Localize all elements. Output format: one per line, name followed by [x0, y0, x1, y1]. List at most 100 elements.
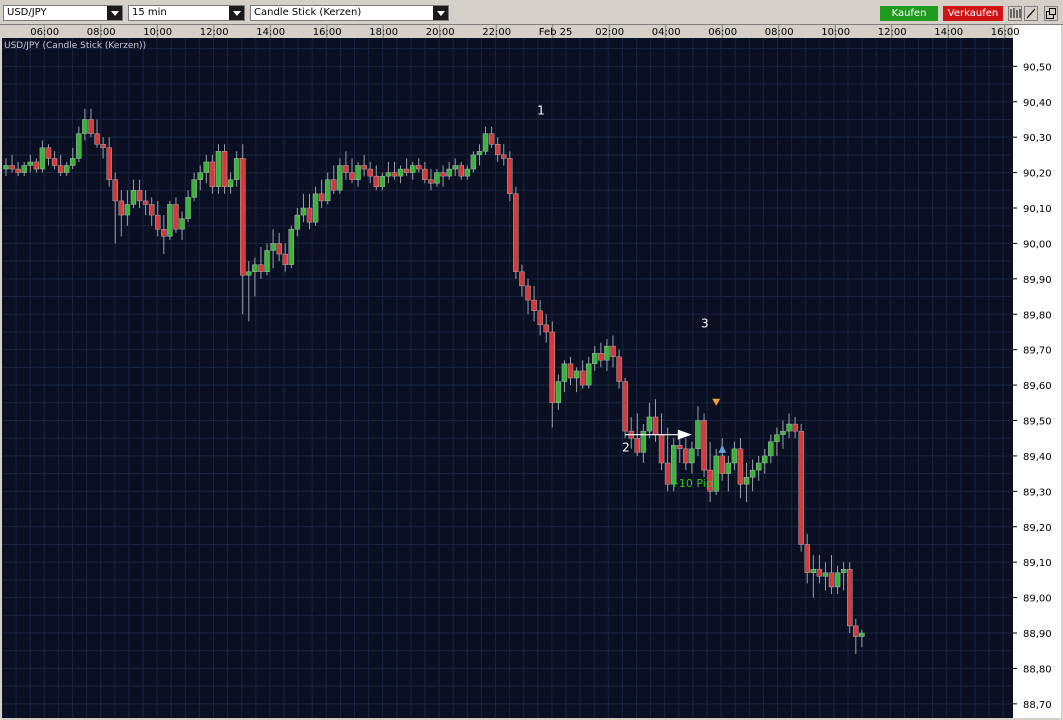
candle-body	[567, 363, 574, 379]
candle-body	[106, 147, 112, 180]
candle-body	[834, 572, 841, 588]
candle-body	[622, 381, 628, 432]
y-tick-label: 89,10	[1023, 558, 1052, 569]
candle-body	[306, 207, 313, 223]
candle-body	[476, 151, 483, 156]
candle-body	[33, 161, 40, 170]
candle-body	[768, 441, 774, 457]
x-tick-label: 18:00	[369, 27, 398, 38]
y-tick-label: 89,40	[1023, 452, 1052, 463]
candle-body	[573, 370, 580, 379]
candle-body	[179, 218, 185, 230]
chart-background	[2, 25, 1061, 718]
x-tick-label: 12:00	[200, 27, 229, 38]
candle-body	[270, 243, 276, 251]
candle-body	[191, 179, 197, 198]
candle-body	[543, 324, 549, 333]
candle-body	[458, 165, 464, 177]
candle-body	[325, 179, 331, 202]
symbol-value: USD/JPY	[7, 7, 47, 18]
candle-body	[185, 197, 191, 219]
candle-body	[531, 299, 537, 311]
candle-body	[361, 165, 367, 170]
candle-body	[701, 420, 707, 471]
candle-body	[422, 168, 428, 180]
y-tick-label: 89,90	[1023, 275, 1052, 286]
candle-body	[780, 430, 786, 435]
candle-body	[337, 165, 343, 191]
candle-body	[634, 438, 640, 453]
candle-body	[658, 434, 665, 464]
y-tick-label: 90,10	[1023, 204, 1052, 215]
candle-body	[385, 172, 392, 177]
y-tick-label: 89,80	[1023, 310, 1052, 321]
candle-body	[822, 572, 829, 577]
candle-body	[197, 172, 203, 180]
candle-body	[494, 144, 501, 156]
candle-body	[586, 363, 592, 386]
candle-body	[537, 310, 543, 326]
x-tick-label: 16:00	[991, 27, 1020, 38]
candle-body	[755, 462, 762, 471]
candle-body	[9, 165, 15, 170]
candle-body	[252, 264, 258, 272]
x-tick-label: 06:00	[30, 27, 59, 38]
candle-body	[221, 151, 228, 187]
chevron-down-icon[interactable]	[433, 6, 448, 20]
buy-button[interactable]: Kaufen	[880, 6, 938, 21]
candle-body	[331, 179, 337, 191]
candle-body	[209, 161, 216, 187]
candle-body	[161, 229, 167, 237]
candle-body	[853, 625, 859, 637]
candle-body	[136, 190, 143, 202]
candle-body	[51, 158, 58, 166]
chart-style-dropdown[interactable]: Candle Stick (Kerzen)	[250, 5, 449, 21]
symbol-dropdown[interactable]: USD/JPY	[3, 5, 123, 21]
interval-dropdown[interactable]: 15 min	[128, 5, 245, 21]
chevron-down-icon[interactable]	[107, 6, 122, 20]
annotation-label-2: 2	[622, 441, 630, 455]
candle-body	[227, 179, 234, 187]
candle-body	[774, 434, 780, 442]
candlestick-chart[interactable]: 06:00 08:00 10:00 12:00 14:00 16:00 18:00 20:00…	[2, 25, 1061, 718]
x-tick-label: 08:00	[765, 27, 794, 38]
candle-body	[288, 229, 294, 265]
candle-body	[652, 416, 659, 435]
annotation-label-1: 1	[537, 104, 545, 118]
x-tick-label: 08:00	[87, 27, 116, 38]
candle-body	[349, 172, 355, 180]
candle-body	[21, 165, 27, 173]
candle-body	[828, 572, 835, 588]
candle-body	[513, 193, 519, 272]
y-tick-label: 90,40	[1023, 98, 1052, 109]
x-tick-label: 10:00	[143, 27, 172, 38]
candle-body	[318, 193, 325, 202]
candle-body	[203, 161, 210, 173]
sell-button[interactable]: Verkaufen	[943, 6, 1003, 21]
candle-body	[76, 133, 82, 159]
candle-body	[428, 179, 434, 184]
candle-body	[786, 423, 792, 432]
y-tick-label: 89,60	[1023, 381, 1052, 392]
candle-body	[391, 172, 398, 177]
candle-body	[610, 345, 616, 357]
candle-body	[45, 147, 52, 159]
candle-body	[367, 168, 373, 177]
candle-body	[294, 214, 301, 230]
detach-window-icon[interactable]	[1044, 6, 1058, 21]
candle-type-icon[interactable]	[1008, 6, 1022, 21]
chevron-down-icon[interactable]	[229, 6, 244, 20]
candle-body	[561, 363, 568, 382]
candle-body	[82, 119, 88, 134]
candle-body	[749, 469, 756, 478]
candle-body	[264, 250, 270, 272]
candle-body	[737, 448, 744, 485]
y-axis-panel	[1013, 25, 1061, 718]
y-tick-label: 90,50	[1023, 62, 1052, 73]
candle-body	[719, 455, 725, 474]
candle-body	[88, 119, 94, 134]
candle-body	[810, 569, 817, 573]
draw-line-icon[interactable]	[1024, 6, 1038, 21]
candle-body	[343, 165, 349, 173]
candle-body	[112, 179, 118, 202]
